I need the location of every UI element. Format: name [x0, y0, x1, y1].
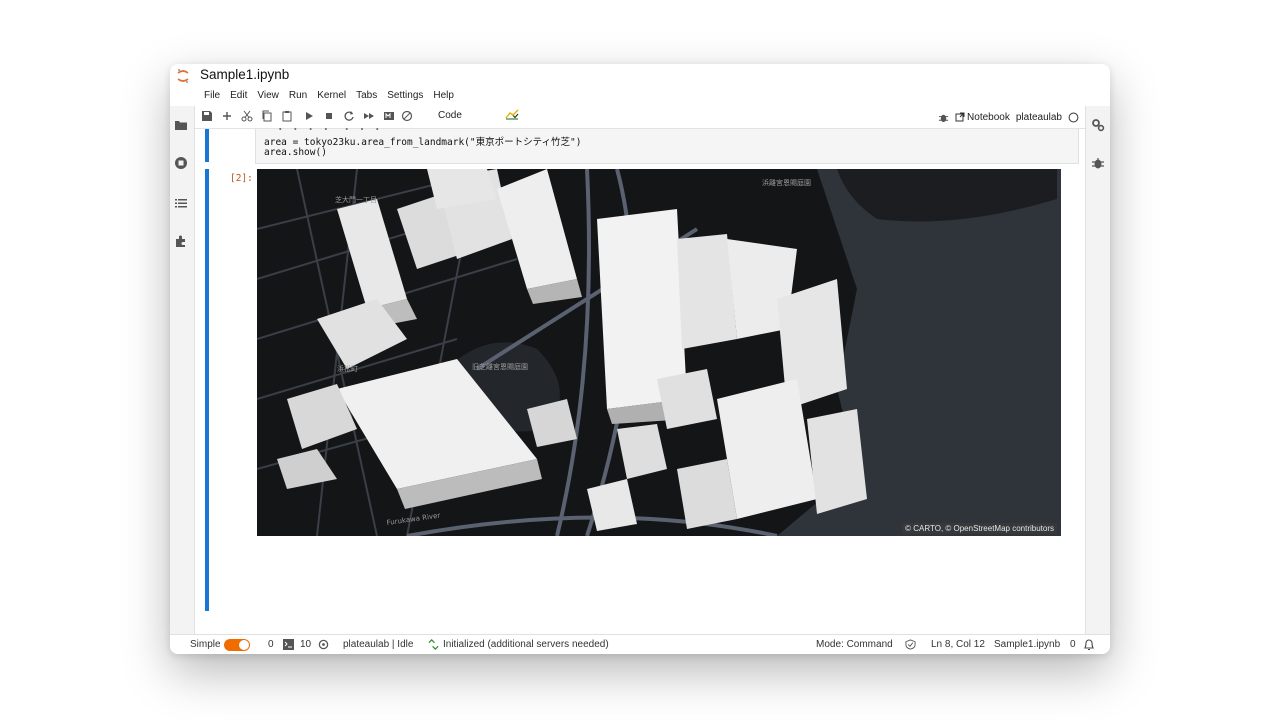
lsp-icon[interactable] [428, 639, 439, 650]
kernel-count[interactable]: 10 [300, 639, 311, 651]
terminal-icon[interactable] [283, 639, 294, 650]
cell-collapser[interactable] [205, 129, 209, 162]
map-label-shibadaimon: 芝大門一丁目 [335, 195, 377, 204]
open-notebook-button[interactable]: Notebook [955, 112, 1010, 123]
cursor-position[interactable]: Ln 8, Col 12 [931, 639, 985, 651]
add-icon[interactable] [221, 110, 233, 122]
code-line-1: area = tokyo23ku.area_from_landmark("東京ポ… [264, 137, 582, 148]
running-kernels-icon[interactable] [174, 156, 188, 170]
bell-icon[interactable] [1083, 638, 1095, 651]
output-prompt: [2]: [230, 173, 253, 184]
launch-icon [955, 112, 965, 122]
kernel-status[interactable]: plateaulab | Idle [343, 639, 413, 651]
chart-icon[interactable] [505, 108, 519, 120]
editor-mode: Mode: Command [816, 639, 893, 650]
output-collapser[interactable] [205, 169, 209, 611]
menu-view[interactable]: View [253, 89, 283, 105]
shield-check-icon[interactable] [905, 639, 916, 650]
title-bar: Sample1.ipynb File Edit View Run Kernel … [170, 64, 1110, 106]
menu-bar: File Edit View Run Kernel Tabs Settings … [200, 89, 460, 105]
copy-icon[interactable] [261, 110, 273, 122]
paste-icon[interactable] [281, 110, 293, 122]
left-sidebar [170, 106, 195, 636]
simple-mode-toggle[interactable] [224, 639, 250, 651]
kernel-name[interactable]: plateaulab [1016, 112, 1062, 123]
map-output[interactable]: 芝大門一丁目 浜松町 旧芝離宮恩賜庭園 浜離宮恩賜庭園 Furukawa Riv… [257, 169, 1061, 536]
map-canvas[interactable]: 芝大門一丁目 浜松町 旧芝離宮恩賜庭園 浜離宮恩賜庭園 Furukawa Riv… [257, 169, 1061, 536]
git-icon[interactable] [401, 110, 413, 122]
jupyter-logo [177, 69, 189, 83]
map-label-hamarikyu-garden: 浜離宮恩賜庭園 [762, 178, 811, 187]
cell-type-select[interactable]: Code [438, 110, 462, 121]
menu-edit[interactable]: Edit [226, 89, 251, 105]
fast-forward-icon[interactable] [363, 110, 375, 122]
current-file: Sample1.ipynb [994, 639, 1061, 650]
cut-icon[interactable] [241, 110, 253, 122]
run-icon[interactable] [303, 110, 315, 122]
notification-count[interactable]: 0 [1070, 639, 1076, 651]
notebook-label: Notebook [967, 111, 1010, 123]
menu-file[interactable]: File [200, 89, 224, 105]
markdown-icon[interactable] [383, 110, 395, 122]
save-icon[interactable] [201, 110, 213, 122]
lsp-status[interactable]: Initialized (additional servers needed) [443, 639, 609, 651]
folder-icon[interactable] [174, 118, 188, 132]
jupyterlab-window: Sample1.ipynb File Edit View Run Kernel … [170, 64, 1110, 654]
terminal-count[interactable]: 0 [268, 639, 274, 651]
code-line-2: area.show() [264, 147, 327, 158]
menu-settings[interactable]: Settings [383, 89, 427, 105]
simple-mode-label: Simple [190, 639, 221, 650]
property-inspector-icon[interactable] [1091, 118, 1105, 132]
toggle-knob [239, 640, 249, 650]
table-of-contents-icon[interactable] [174, 196, 188, 210]
code-cell-editor[interactable]: ・ ・ ・ ・ ・ ・ ・ area = tokyo23ku.area_from… [255, 125, 1079, 164]
bug-icon[interactable] [938, 112, 949, 123]
status-bar: Simple 0 10 plateaulab | Idle Initialize… [170, 634, 1110, 654]
menu-tabs[interactable]: Tabs [352, 89, 381, 105]
map-label-hamamatsucho: 浜松町 [337, 364, 358, 373]
map-attribution[interactable]: © CARTO, © OpenStreetMap contributors [902, 523, 1057, 534]
settings-gear-icon[interactable] [318, 639, 329, 650]
menu-run[interactable]: Run [285, 89, 311, 105]
kernel-status-icon [1068, 112, 1079, 122]
notebook-panel: ・ ・ ・ ・ ・ ・ ・ area = tokyo23ku.area_from… [195, 125, 1085, 637]
stop-icon[interactable] [323, 110, 335, 122]
menu-help[interactable]: Help [429, 89, 458, 105]
debugger-icon[interactable] [1091, 156, 1105, 170]
map-label-kyushiba-garden: 旧芝離宮恩賜庭園 [472, 362, 528, 371]
menu-kernel[interactable]: Kernel [313, 89, 350, 105]
restart-icon[interactable] [343, 110, 355, 122]
toolbar-right: Notebook plateaulab [938, 110, 1079, 124]
extensions-icon[interactable] [174, 234, 188, 248]
document-title: Sample1.ipynb [200, 67, 290, 82]
right-sidebar [1085, 106, 1110, 636]
